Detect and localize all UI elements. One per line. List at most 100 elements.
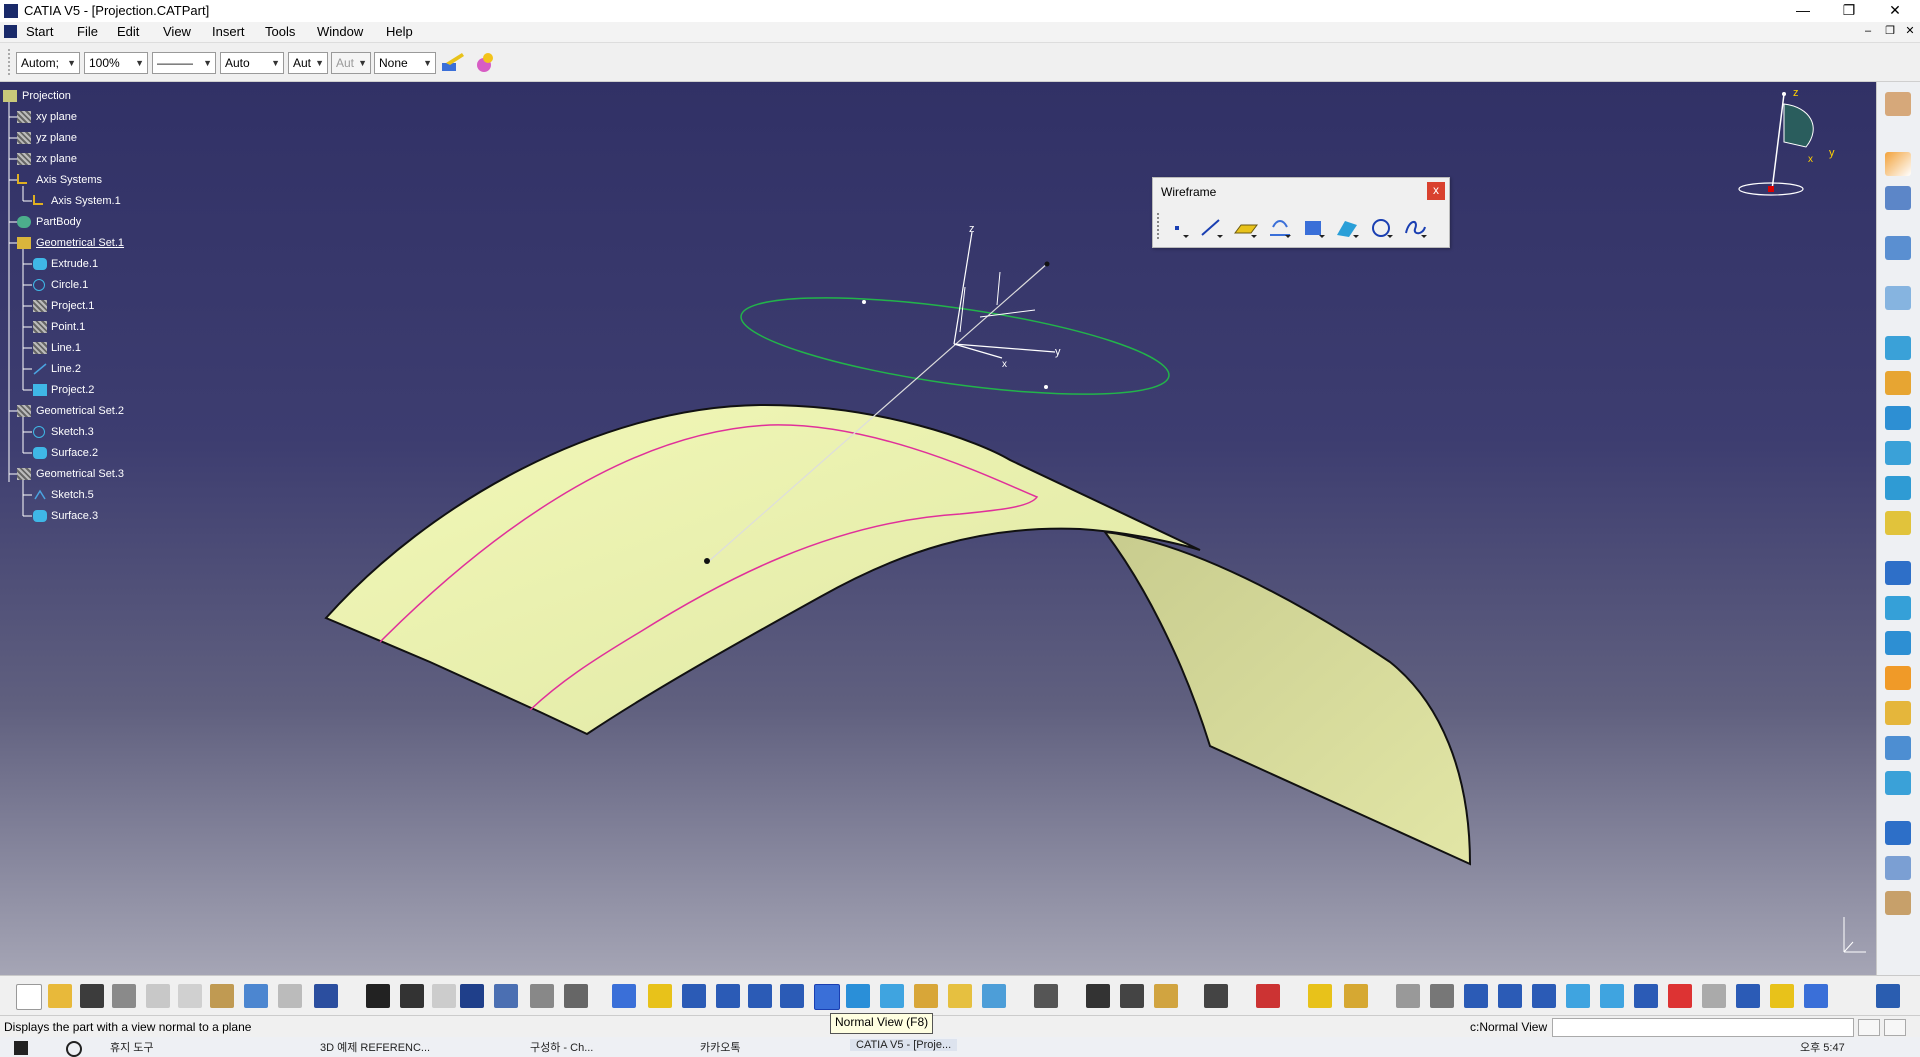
dimension-icon[interactable]: [1702, 984, 1726, 1008]
whats-this-icon[interactable]: [314, 984, 338, 1008]
line-icon[interactable]: [33, 342, 47, 354]
doc-restore-button[interactable]: ❐: [1880, 21, 1900, 43]
update-icon[interactable]: [1308, 984, 1332, 1008]
spline-icon[interactable]: [1403, 217, 1429, 239]
trim-icon[interactable]: [1885, 631, 1911, 655]
line-icon[interactable]: [1199, 217, 1225, 239]
split-icon[interactable]: [1885, 596, 1911, 620]
redo-icon[interactable]: [278, 984, 302, 1008]
select-arrow-icon[interactable]: [1885, 152, 1911, 176]
command-input[interactable]: [1552, 1018, 1854, 1037]
power-input-button[interactable]: [1858, 1019, 1880, 1036]
manipulation-icon[interactable]: [1885, 186, 1911, 210]
taskbar-item[interactable]: 3D 예제 REFERENC...: [320, 1039, 430, 1055]
taskbar-item[interactable]: 휴지 도구: [110, 1039, 154, 1055]
loft-icon[interactable]: [1885, 476, 1911, 500]
revolve-icon[interactable]: [1885, 371, 1911, 395]
menu-edit[interactable]: Edit: [117, 24, 139, 39]
tree-item-sketch-5[interactable]: Sketch.5: [51, 489, 94, 501]
tree-item-project-2[interactable]: Project.2: [51, 384, 94, 396]
geometrical-set-icon[interactable]: [17, 237, 31, 249]
sweep-icon[interactable]: [1885, 406, 1911, 430]
auto-constraint-icon[interactable]: [1770, 984, 1794, 1008]
point-1[interactable]: [704, 558, 710, 564]
tree-item-sketch-3[interactable]: Sketch.3: [51, 426, 94, 438]
project-icon[interactable]: [33, 300, 47, 312]
painter-icon[interactable]: [440, 51, 466, 75]
transparency-combo[interactable]: 100% ▼: [84, 52, 148, 74]
grid-snap-icon[interactable]: [564, 984, 588, 1008]
grid-icon[interactable]: [1532, 984, 1556, 1008]
search-icon[interactable]: [66, 1041, 82, 1057]
doc-close-button[interactable]: ✕: [1900, 21, 1920, 43]
partbody-icon[interactable]: [17, 216, 31, 228]
render-style-icon[interactable]: [1034, 984, 1058, 1008]
menu-view[interactable]: View: [163, 24, 191, 39]
insert-geometrical-set-icon[interactable]: [1344, 984, 1368, 1008]
tree-item-geometrical-set-2[interactable]: Geometrical Set.2: [36, 405, 124, 417]
multi-view-icon[interactable]: [846, 984, 870, 1008]
fill-icon[interactable]: [1885, 441, 1911, 465]
construction-icon[interactable]: [1668, 984, 1692, 1008]
join-icon[interactable]: [1885, 561, 1911, 585]
circle-point[interactable]: [1044, 385, 1048, 389]
offset-icon[interactable]: [1335, 217, 1361, 239]
layer-filter-combo[interactable]: None ▼: [374, 52, 436, 74]
doc-minimize-button[interactable]: –: [1858, 21, 1878, 43]
wireframe-toolbar[interactable]: Wireframe x: [1152, 177, 1450, 248]
taskbar-item-catia[interactable]: CATIA V5 - [Proje...: [850, 1039, 958, 1051]
print-icon[interactable]: [112, 984, 136, 1008]
sketch-icon[interactable]: [33, 426, 45, 438]
tree-item-point-1[interactable]: Point.1: [51, 321, 85, 333]
circle-icon[interactable]: [33, 279, 45, 291]
linetype-combo[interactable]: ——— ▼: [152, 52, 216, 74]
rotate-icon[interactable]: [716, 984, 740, 1008]
menu-tools[interactable]: Tools: [265, 24, 295, 39]
tree-item-partbody[interactable]: PartBody: [36, 216, 81, 228]
parallel-icon[interactable]: [1600, 984, 1624, 1008]
close-button[interactable]: ✕: [1872, 0, 1918, 22]
axis-system-icon[interactable]: [33, 195, 43, 205]
hand-icon[interactable]: [1430, 984, 1454, 1008]
table-icon[interactable]: [460, 984, 484, 1008]
normal-view-icon[interactable]: [814, 984, 840, 1010]
undo-icon[interactable]: [244, 984, 268, 1008]
graphic-properties-icon[interactable]: [472, 51, 498, 75]
extrude-icon[interactable]: [33, 258, 47, 270]
axis-systems-icon[interactable]: [17, 174, 27, 184]
tree-item-circle-1[interactable]: Circle.1: [51, 279, 88, 291]
restore-button[interactable]: ❐: [1826, 0, 1872, 22]
3d-viewport[interactable]: z y x z y x Projection xy plane yz plane…: [0, 82, 1876, 975]
extrude-icon[interactable]: [1885, 336, 1911, 360]
capture-icon[interactable]: [1204, 984, 1228, 1008]
tree-item-geometrical-set-3[interactable]: Geometrical Set.3: [36, 468, 124, 480]
tree-expand-icon[interactable]: [1498, 984, 1522, 1008]
minimize-button[interactable]: —: [1780, 0, 1826, 22]
compass[interactable]: z y x: [1738, 87, 1835, 196]
sketch-icon[interactable]: [33, 489, 47, 501]
new-icon[interactable]: [16, 984, 42, 1010]
tree-item-projection[interactable]: Projection: [22, 90, 71, 102]
fly-mode-icon[interactable]: [612, 984, 636, 1008]
lineweight-combo[interactable]: Auto ▼: [220, 52, 284, 74]
plane-icon[interactable]: [17, 111, 31, 123]
extruded-surface[interactable]: [324, 403, 1201, 736]
save-icon[interactable]: [80, 984, 104, 1008]
layer-combo[interactable]: Aut ▼: [288, 52, 328, 74]
boundary-icon[interactable]: [1885, 666, 1911, 690]
snap-icon[interactable]: [1634, 984, 1658, 1008]
zoom-out-icon[interactable]: [780, 984, 804, 1008]
tree-item-line-1[interactable]: Line.1: [51, 342, 81, 354]
translate-icon[interactable]: [1885, 771, 1911, 795]
sketcher-icon[interactable]: [1885, 236, 1911, 260]
vertical-toolbar-icon[interactable]: [1804, 984, 1828, 1008]
surface-icon[interactable]: [33, 510, 47, 522]
tree-item-zx-plane[interactable]: zx plane: [36, 153, 77, 165]
wireframe-close-button[interactable]: x: [1427, 182, 1445, 200]
taskbar-item[interactable]: 카카오톡: [700, 1039, 740, 1055]
part-icon[interactable]: [3, 90, 17, 102]
blend-icon[interactable]: [1885, 511, 1911, 535]
workbench-icon[interactable]: [1885, 92, 1911, 116]
menu-start[interactable]: Start: [26, 24, 53, 39]
grid-icon[interactable]: [1885, 856, 1911, 880]
